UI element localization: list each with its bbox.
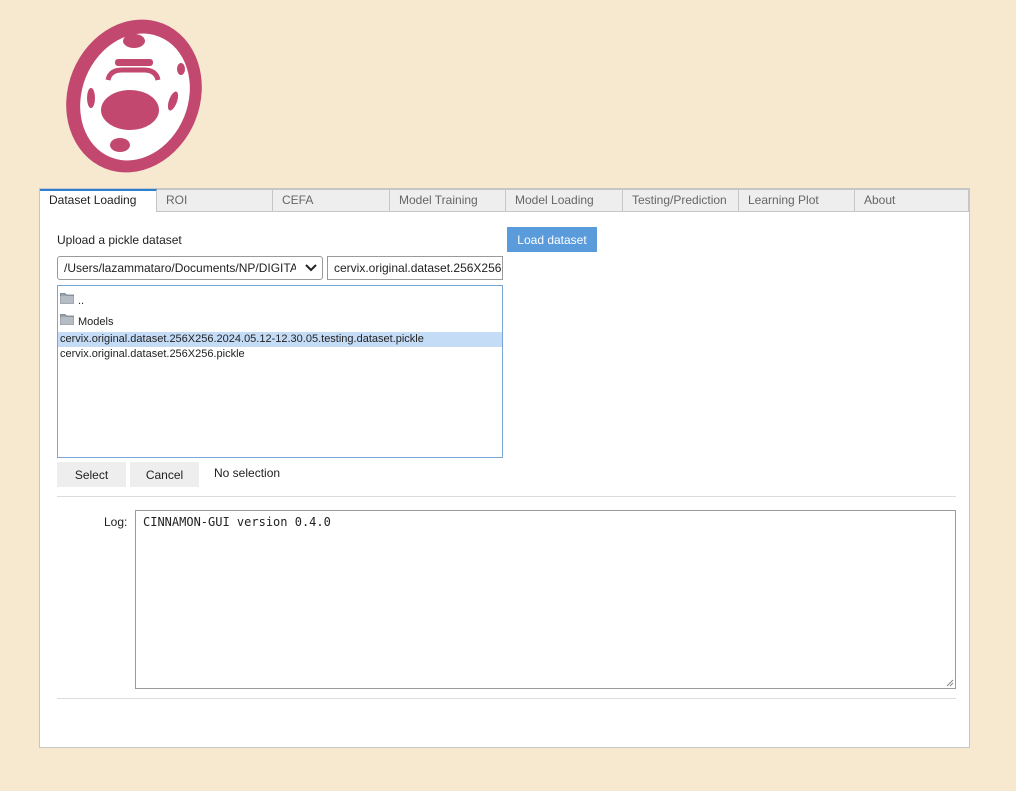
select-button[interactable]: Select: [57, 462, 126, 487]
selection-status: No selection: [214, 466, 281, 480]
list-item-label: Models: [78, 316, 114, 328]
list-item-label: cervix.original.dataset.256X256.pickle: [60, 348, 245, 360]
load-dataset-button[interactable]: Load dataset: [507, 227, 597, 252]
main-panel: Dataset Loading ROI CEFA Model Training …: [39, 188, 970, 748]
list-item-parent-folder[interactable]: ..: [58, 292, 502, 307]
resize-grip-icon[interactable]: [946, 679, 954, 687]
file-list[interactable]: .. Models cervix.original.dataset.256X25…: [57, 285, 503, 458]
list-item-label: cervix.original.dataset.256X256.2024.05.…: [60, 333, 424, 345]
tab-testing-prediction[interactable]: Testing/Prediction: [623, 189, 739, 211]
divider: [57, 698, 956, 699]
chevron-down-icon: [305, 264, 317, 272]
log-text: CINNAMON-GUI version 0.4.0: [143, 515, 331, 529]
directory-select[interactable]: /Users/lazammataro/Documents/NP/DIGITAL_: [57, 256, 323, 280]
list-item-file[interactable]: cervix.original.dataset.256X256.pickle: [58, 347, 502, 362]
log-label: Log:: [104, 515, 128, 529]
list-item-label: ..: [78, 295, 85, 307]
log-textarea[interactable]: CINNAMON-GUI version 0.4.0: [135, 510, 956, 689]
folder-icon: [60, 314, 74, 325]
tab-cefa[interactable]: CEFA: [273, 189, 390, 211]
list-item-selected-file[interactable]: cervix.original.dataset.256X256.2024.05.…: [58, 332, 502, 347]
tab-model-training[interactable]: Model Training: [390, 189, 506, 211]
tab-learning-plot[interactable]: Learning Plot: [739, 189, 855, 211]
tab-about[interactable]: About: [855, 189, 969, 211]
upload-label: Upload a pickle dataset: [57, 233, 182, 247]
tab-dataset-loading[interactable]: Dataset Loading: [40, 189, 157, 212]
list-item-models-folder[interactable]: Models: [58, 313, 502, 328]
directory-select-value: /Users/lazammataro/Documents/NP/DIGITAL_: [64, 261, 296, 275]
tab-bar: Dataset Loading ROI CEFA Model Training …: [40, 189, 969, 212]
filename-input[interactable]: cervix.original.dataset.256X256: [327, 256, 503, 280]
tab-model-loading[interactable]: Model Loading: [506, 189, 623, 211]
divider: [57, 496, 956, 497]
tab-roi[interactable]: ROI: [157, 189, 273, 211]
folder-icon: [60, 293, 74, 304]
cinnamon-cell-logo: [66, 19, 202, 173]
cancel-button[interactable]: Cancel: [130, 462, 199, 487]
